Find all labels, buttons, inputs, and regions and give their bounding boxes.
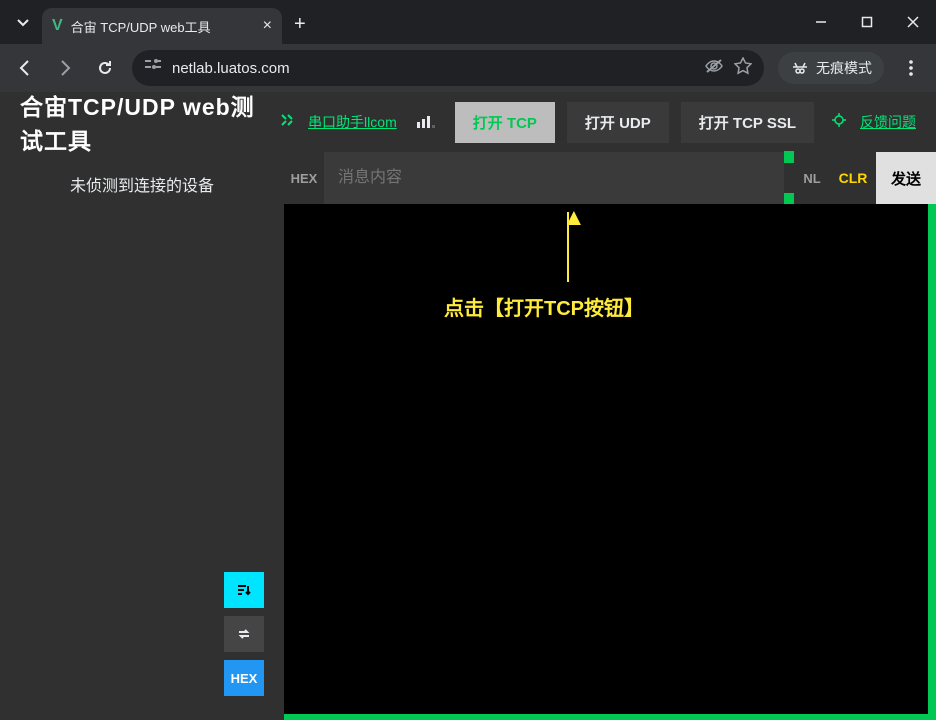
back-button[interactable] <box>8 51 42 85</box>
close-tab-icon[interactable]: × <box>263 17 272 35</box>
eye-off-icon[interactable] <box>704 58 724 79</box>
loop-button[interactable] <box>224 616 264 652</box>
incognito-indicator[interactable]: 无痕模式 <box>778 52 884 84</box>
vue-favicon-icon: V <box>52 17 63 35</box>
bug-icon <box>832 113 846 132</box>
incognito-label: 无痕模式 <box>816 58 872 78</box>
newline-toggle[interactable]: NL <box>794 152 830 204</box>
open-udp-button[interactable]: 打开 UDP <box>567 102 669 143</box>
hex-toggle[interactable]: HEX <box>284 152 324 204</box>
address-bar[interactable]: netlab.luatos.com <box>132 50 764 86</box>
feedback-link[interactable]: 反馈问题 <box>860 112 916 132</box>
tools-icon <box>280 113 294 132</box>
console-output: ▲ 点击【打开TCP按钮】 <box>284 204 936 720</box>
open-tcp-ssl-button[interactable]: 打开 TCP SSL <box>681 102 814 143</box>
maximize-button[interactable] <box>844 0 890 44</box>
send-button[interactable]: 发送 <box>876 152 936 204</box>
tab-title: 合宙 TCP/UDP web工具 <box>71 17 255 36</box>
annotation-line <box>567 212 569 282</box>
browser-menu-button[interactable] <box>894 51 928 85</box>
minimize-button[interactable] <box>798 0 844 44</box>
annotation-text: 点击【打开TCP按钮】 <box>444 292 644 321</box>
tab-search-dropdown[interactable] <box>8 8 38 38</box>
reload-button[interactable] <box>88 51 122 85</box>
sidebar: 未侦测到连接的设备 HEX <box>0 152 284 720</box>
clear-button[interactable]: CLR <box>830 152 876 204</box>
no-device-text: 未侦测到连接的设备 <box>20 172 264 196</box>
hex-mode-button[interactable]: HEX <box>224 660 264 696</box>
message-input[interactable] <box>324 152 784 204</box>
new-tab-button[interactable]: + <box>294 13 306 36</box>
incognito-icon <box>790 61 810 75</box>
annotation-arrow-icon: ▲ <box>562 204 586 232</box>
close-window-button[interactable] <box>890 0 936 44</box>
site-settings-icon[interactable] <box>144 58 162 79</box>
signal-bars-icon[interactable] <box>417 116 435 128</box>
open-tcp-button[interactable]: 打开 TCP <box>455 102 555 143</box>
input-scroll-indicator <box>784 152 794 204</box>
url-text: netlab.luatos.com <box>172 60 694 77</box>
serial-helper-link[interactable]: 串口助手llcom <box>308 112 397 132</box>
forward-button[interactable] <box>48 51 82 85</box>
browser-tab[interactable]: V 合宙 TCP/UDP web工具 × <box>42 8 282 44</box>
app-title: 合宙TCP/UDP web测试工具 <box>20 88 268 156</box>
sort-button[interactable] <box>224 572 264 608</box>
bookmark-star-icon[interactable] <box>734 57 752 80</box>
